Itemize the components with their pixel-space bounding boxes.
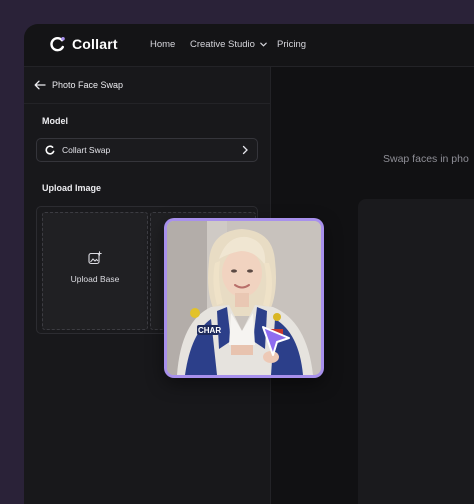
nav-home-label: Home <box>150 39 176 50</box>
nav-pricing-label: Pricing <box>277 39 307 50</box>
model-spinner-icon <box>45 145 55 155</box>
tool-title: Photo Face Swap <box>52 80 124 90</box>
main-subtitle: Swap faces in pho <box>383 153 469 165</box>
portrait-illustration: CHAR <box>167 221 321 375</box>
cursor-arrow-icon <box>262 326 290 356</box>
add-image-icon <box>88 251 102 265</box>
model-selector[interactable]: Collart Swap <box>36 138 258 162</box>
nav-home[interactable]: Home <box>150 39 175 50</box>
back-button[interactable]: Photo Face Swap <box>24 67 270 104</box>
upload-base-dropzone[interactable]: Upload Base <box>42 212 148 330</box>
svg-text:CHAR: CHAR <box>198 326 221 335</box>
chevron-right-icon <box>242 145 248 155</box>
top-navbar: Collart Home Creative Studio Pricing <box>24 24 474 67</box>
upload-base-label: Upload Base <box>70 274 120 284</box>
nav-pricing[interactable]: Pricing <box>277 39 306 50</box>
app-logo[interactable]: Collart <box>50 36 118 52</box>
nav-creative-studio[interactable]: Creative Studio <box>190 39 268 50</box>
model-label: Model <box>42 116 68 126</box>
upload-image-label: Upload Image <box>42 183 102 193</box>
arrow-left-icon <box>34 80 46 90</box>
model-value: Collart Swap <box>62 145 111 155</box>
nav-creative-studio-label: Creative Studio <box>190 39 255 50</box>
face-photo: CHAR <box>167 221 321 375</box>
dragged-photo-card[interactable]: CHAR <box>164 218 324 378</box>
collart-logo-icon <box>50 37 65 52</box>
app-name: Collart <box>72 36 118 52</box>
chevron-down-icon <box>260 42 267 47</box>
preview-panel <box>358 199 474 504</box>
